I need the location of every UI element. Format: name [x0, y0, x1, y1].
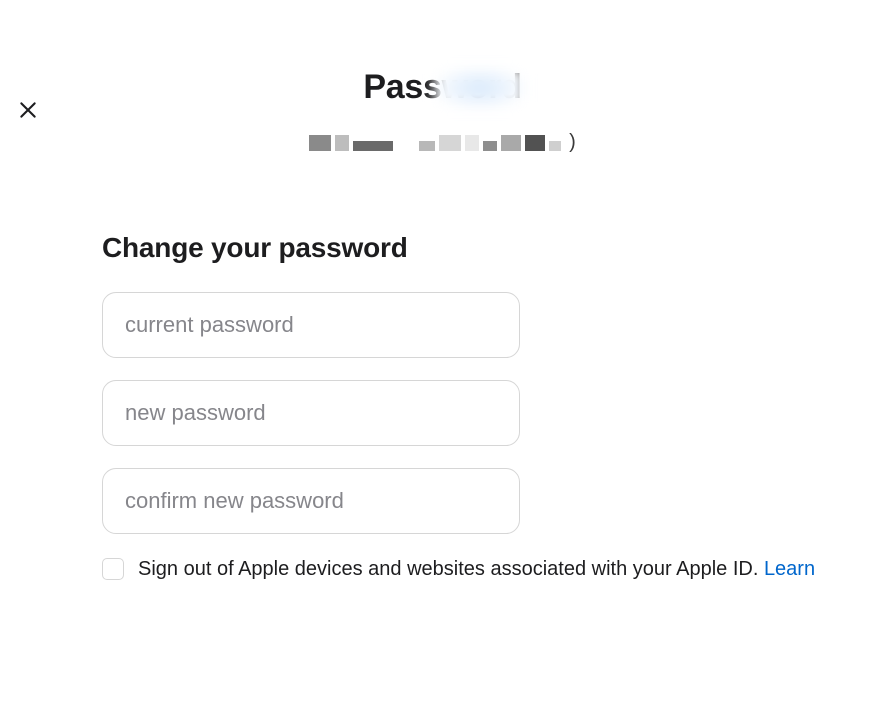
- close-button[interactable]: [14, 96, 42, 124]
- confirm-password-input[interactable]: [102, 468, 520, 534]
- signout-row: Sign out of Apple devices and websites a…: [102, 556, 855, 583]
- signout-checkbox[interactable]: [102, 558, 124, 580]
- current-password-input[interactable]: [102, 292, 520, 358]
- top-blur-decoration: [435, 68, 525, 108]
- close-icon: [18, 100, 38, 120]
- account-identifier-row: ): [0, 131, 885, 154]
- change-password-section: Change your password Sign out of Apple d…: [0, 232, 885, 583]
- redacted-identifier: [309, 135, 561, 151]
- learn-more-link[interactable]: Learn: [764, 558, 815, 580]
- new-password-input[interactable]: [102, 380, 520, 446]
- signout-label-text: Sign out of Apple devices and websites a…: [138, 558, 764, 580]
- signout-label: Sign out of Apple devices and websites a…: [138, 556, 815, 583]
- section-title: Change your password: [102, 232, 855, 264]
- trailing-paren: ): [569, 131, 576, 154]
